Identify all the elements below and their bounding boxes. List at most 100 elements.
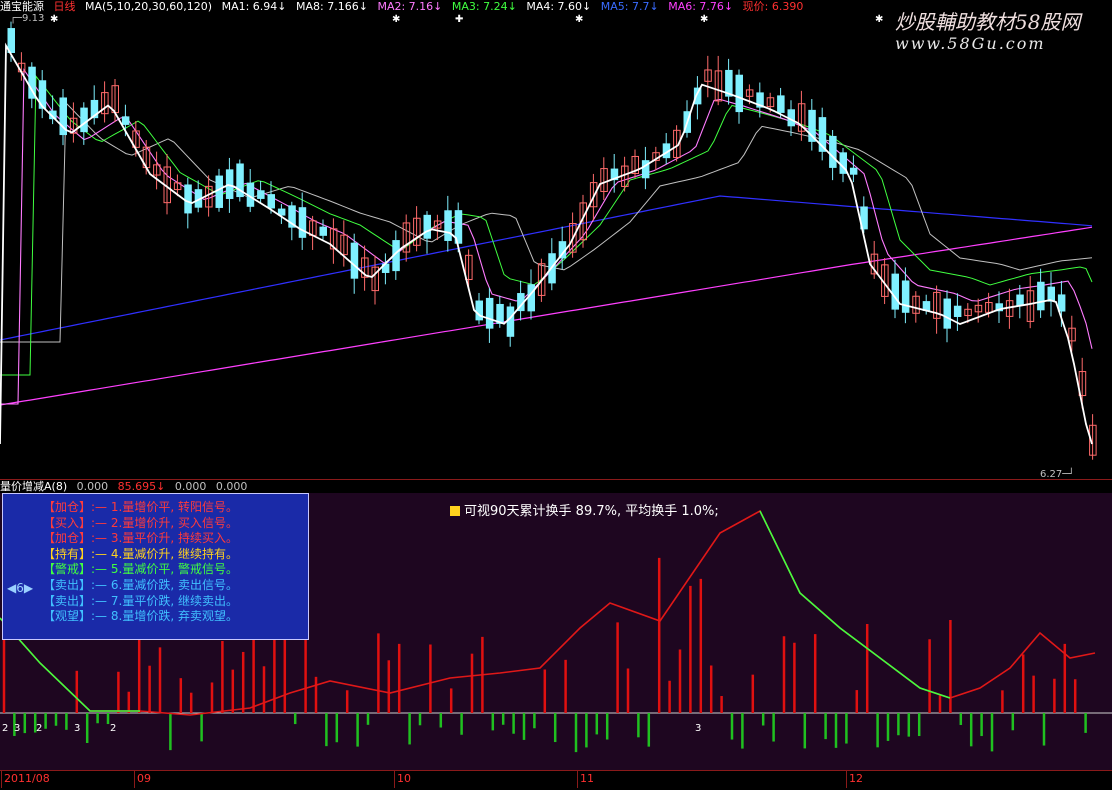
legend-text: 8.量增价跌, 弃卖观望。	[110, 609, 238, 624]
marker-icon: ✚	[455, 14, 463, 25]
candlestick-chart[interactable]: ✱ ✱ ✚ ✱ ✱ ✱	[0, 0, 1112, 480]
legend-tag: 【观望】	[43, 609, 92, 624]
candle-body	[777, 95, 785, 113]
candle-body	[215, 175, 223, 208]
legend-tag: 【加仓】	[43, 531, 92, 546]
legend-row: 【加仓】:— 1.量增价平, 转阳信号。	[43, 500, 238, 515]
candle-body	[1037, 281, 1045, 311]
signal-digit: 2	[2, 723, 8, 734]
legend-tag: 【买入】	[43, 515, 92, 530]
candle-body	[849, 167, 858, 175]
signal-digit: 3	[14, 723, 20, 734]
date-tick	[394, 770, 395, 788]
legend-code: :—	[91, 609, 111, 624]
date-tick	[846, 770, 847, 788]
turnover-note: 可视90天累计换手 89.7%, 平均换手 1.0%;	[450, 500, 719, 519]
date-label: 09	[137, 772, 151, 785]
indicator-header: 量价增减A(8) 0.000 85.695↓ 0.000 0.000	[0, 480, 253, 493]
date-tick	[1, 770, 2, 788]
date-axis-line	[0, 770, 1112, 771]
date-label: 11	[580, 772, 594, 785]
legend-row: 【加仓】:— 3.量平价升, 持续买入。	[43, 531, 238, 546]
candle-body	[423, 214, 431, 239]
legend-tag: 【警戒】	[43, 562, 92, 577]
legend-code: :—	[91, 578, 111, 592]
date-tick	[577, 770, 578, 788]
candle-body	[485, 297, 494, 329]
candle-body	[496, 303, 504, 324]
legend-page-nav[interactable]: ◀6▶	[7, 581, 33, 595]
legend-text: 7.量平价跌, 继续卖出。	[110, 593, 238, 608]
candle-body	[891, 273, 899, 310]
candle-body	[527, 284, 535, 312]
candle-body	[735, 74, 743, 113]
legend-tag: 【卖出】	[43, 578, 92, 592]
marker-icon: ✱	[575, 14, 583, 25]
legend-code: :—	[91, 593, 111, 608]
candle-body	[444, 210, 452, 241]
candle-body	[1057, 294, 1066, 312]
marker-icon: ✱	[875, 14, 883, 25]
marker-icon: ✱	[700, 14, 708, 25]
candle-body	[121, 116, 130, 125]
candle-body	[298, 207, 307, 238]
legend-tag: 【加仓】	[43, 500, 92, 514]
legend-tag: 【持有】	[43, 546, 92, 561]
candle-body	[257, 190, 265, 199]
candle-body	[1016, 294, 1024, 306]
legend-code: :—	[91, 546, 111, 561]
indicator-v3: 0.000	[174, 480, 207, 493]
legend-text: 4.量减价升, 继续持有。	[110, 546, 238, 561]
legend-code: :—	[91, 515, 111, 530]
date-label: 12	[849, 772, 863, 785]
indicator-v4: 0.000	[215, 480, 248, 493]
signal-legend: ◀6▶ 【加仓】:— 1.量增价平, 转阳信号。 【买入】:— 2.量增价升, 买…	[2, 493, 309, 640]
date-tick	[134, 770, 135, 788]
legend-text: 5.量减价平, 警戒信号。	[110, 562, 238, 577]
candle-body	[829, 135, 837, 168]
legend-row: 【卖出】:— 7.量平价跌, 继续卖出。	[43, 594, 238, 609]
candle-body	[506, 306, 515, 337]
legend-row: 【卖出】:— 6.量减价跌, 卖出信号。	[43, 578, 238, 593]
candle-body	[1047, 286, 1055, 302]
legend-row: 【持有】:— 4.量减价升, 继续持有。	[43, 547, 238, 562]
candle-body	[80, 107, 88, 133]
turnover-text: 可视90天累计换手 89.7%, 平均换手 1.0%;	[464, 504, 719, 519]
indicator-name[interactable]: 量价增减A(8)	[0, 480, 67, 493]
chart-window: 通宝能源 日线 MA(5,10,20,30,60,120) MA1: 6.94↓…	[0, 0, 1112, 790]
date-label: 2011/08	[4, 772, 50, 785]
marker-icon: ✱	[50, 14, 58, 25]
signal-digit: 2	[110, 723, 116, 734]
legend-tag: 【卖出】	[43, 593, 92, 608]
ma2-line	[0, 68, 1093, 405]
candle-body	[7, 28, 15, 54]
legend-code: :—	[91, 531, 111, 546]
legend-code: :—	[91, 562, 111, 577]
legend-text: 2.量增价升, 买入信号。	[110, 515, 238, 530]
ma3-line	[0, 74, 1093, 376]
date-label: 10	[397, 772, 411, 785]
legend-text: 6.量减价跌, 卖出信号。	[110, 578, 238, 592]
indicator-v1: 0.000	[76, 480, 109, 493]
signal-digit: 3	[695, 723, 701, 734]
ma1-line	[0, 42, 1093, 445]
candle-body	[901, 280, 910, 313]
ma6-line	[0, 226, 1093, 406]
candle-body	[184, 184, 192, 214]
signal-digit: 3	[74, 723, 80, 734]
candle-body	[943, 298, 951, 329]
candle-body	[225, 169, 234, 199]
legend-row: 【警戒】:— 5.量减价平, 警戒信号。	[43, 562, 238, 577]
legend-text: 3.量平价升, 持续买入。	[110, 531, 238, 546]
legend-row: 【买入】:— 2.量增价升, 买入信号。	[43, 516, 238, 531]
candle-body	[319, 226, 327, 236]
date-axis: 2011/08 09 10 11 12	[0, 770, 1112, 790]
indicator-v2: 85.695↓	[117, 480, 166, 493]
note-square-icon	[450, 506, 460, 516]
legend-row: 【观望】:— 8.量增价跌, 弃卖观望。	[43, 609, 238, 624]
signal-digit: 2	[36, 723, 42, 734]
candle-body	[350, 242, 359, 279]
legend-text: 1.量增价平, 转阳信号。	[110, 500, 238, 514]
marker-icon: ✱	[392, 14, 400, 25]
candle-body	[267, 194, 275, 209]
